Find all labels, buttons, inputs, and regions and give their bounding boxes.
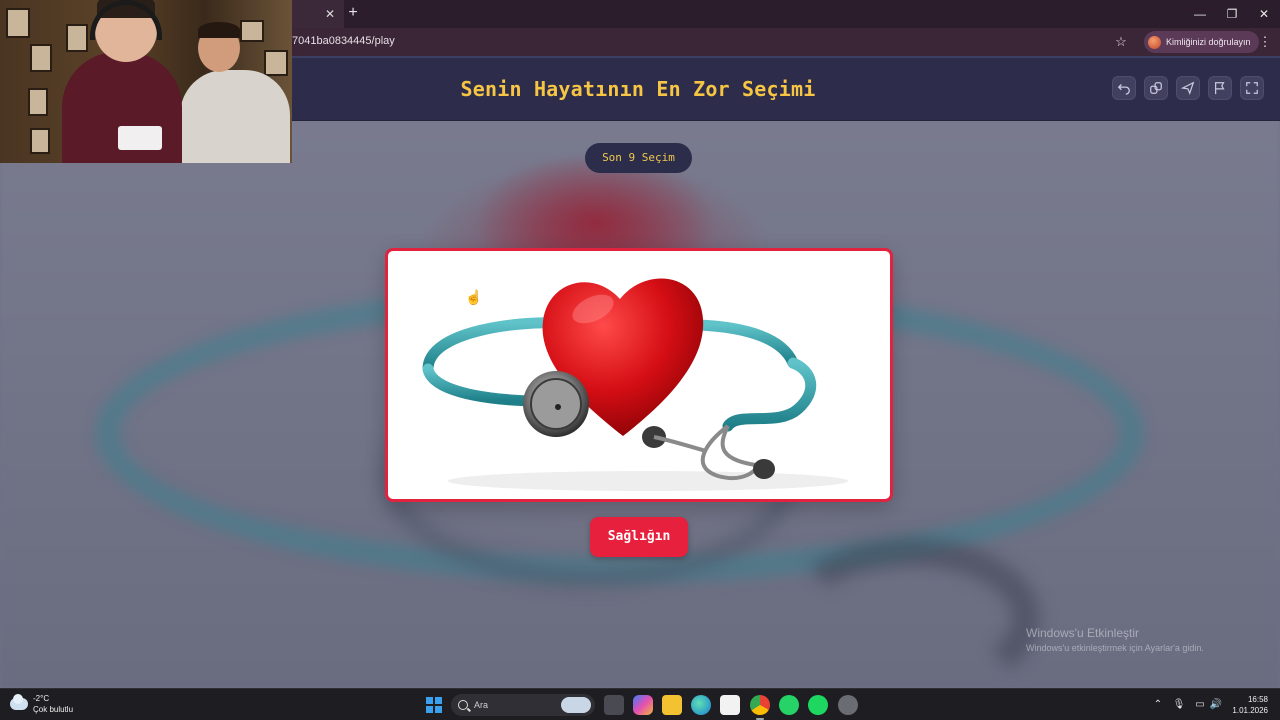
search-icon [458,700,468,710]
webcam-person-right [180,70,290,163]
taskbar-search[interactable]: Ara [451,694,595,716]
minimize-button[interactable]: — [1184,0,1216,28]
send-icon [1181,81,1195,95]
cloud-icon [10,694,28,710]
answer-button[interactable]: Sağlığın [590,517,688,557]
hand-cursor-icon: ☝ [465,289,483,305]
close-window-button[interactable]: ✕ [1248,0,1280,28]
volume-icon[interactable]: 🔊 [1209,695,1223,715]
page-title: Senin Hayatının En Zor Seçimi [460,77,816,101]
star-icon[interactable]: ☆ [1112,33,1130,51]
windows-activation-watermark: Windows'u Etkinleştir Windows'u etkinleş… [1026,626,1204,653]
store-icon[interactable] [720,695,740,715]
activation-subtitle: Windows'u etkinleştirmek için Ayarlar'a … [1026,643,1204,653]
search-highlight-image [561,697,591,713]
task-view-icon[interactable] [604,695,624,715]
profile-verify-label: Kimliğinizi doğrulayın [1166,37,1251,47]
choice-card[interactable]: ☝ [385,248,893,502]
game-header: Senin Hayatının En Zor Seçimi [292,58,1280,121]
clock-date: 1.01.2026 [1232,706,1268,715]
undo-button[interactable] [1112,76,1136,100]
spotify-icon[interactable] [808,695,828,715]
wall-poster [28,88,48,116]
windows-logo-icon [426,706,433,713]
wall-poster [66,24,88,52]
shirt-logo [118,126,162,150]
fullscreen-button[interactable] [1240,76,1264,100]
background-stethoscope-curve [780,538,1040,688]
chrome-icon[interactable] [750,695,770,715]
wall-poster [6,8,30,38]
windows-logo-icon [426,697,433,704]
display-icon[interactable]: ▭ [1193,695,1207,715]
restore-button[interactable]: ❐ [1216,0,1248,28]
app-icon[interactable] [838,695,858,715]
windows-logo-icon [435,706,442,713]
profile-verify-button[interactable]: Kimliğinizi doğrulayın [1144,31,1259,53]
search-placeholder: Ara [474,700,489,710]
report-button[interactable] [1208,76,1232,100]
webcam-overlay [0,0,292,163]
clock[interactable]: 16:58 1.01.2026 [1232,694,1268,716]
wall-poster [30,44,52,72]
whatsapp-icon[interactable] [779,695,799,715]
copilot-icon[interactable] [633,695,653,715]
weather-widget[interactable]: -2°C Çok bulutlu [10,693,73,715]
start-button[interactable] [426,697,442,713]
windows-logo-icon [435,697,442,704]
fullscreen-icon [1246,82,1258,94]
header-toolbar [1112,76,1264,100]
clock-time: 16:58 [1247,695,1268,704]
wall-poster [30,128,50,154]
share-button[interactable] [1144,76,1168,100]
share-icon [1150,82,1162,94]
weather-text: -2°C Çok bulutlu [33,693,73,715]
window-controls: — ❐ ✕ [1184,0,1280,28]
windows-taskbar: -2°C Çok bulutlu Ara ⌃ 🎙 ▭ 🔊 16:58 1.01.… [0,688,1280,720]
wall-poster [240,20,264,42]
weather-temperature: -2°C [33,694,50,703]
wall-poster [264,50,288,76]
close-tab-icon[interactable]: ✕ [322,6,338,22]
heart-stethoscope-image [422,278,848,491]
undo-icon [1117,84,1130,95]
url-field[interactable]: 7041ba0834445/play [292,35,395,47]
file-explorer-icon[interactable] [662,695,682,715]
microphone-icon[interactable]: 🎙 [1172,695,1186,715]
avatar [1148,35,1161,49]
choice-progress-badge: Son 9 Seçim [585,143,692,173]
kebab-icon[interactable]: ⋮ [1258,33,1272,51]
webcam-person-right-hair [198,22,240,38]
send-button[interactable] [1176,76,1200,100]
edge-icon[interactable] [691,695,711,715]
new-tab-button[interactable]: + [344,4,362,22]
chevron-up-icon[interactable]: ⌃ [1151,695,1165,715]
activation-title: Windows'u Etkinleştir [1026,626,1139,640]
flag-icon [1215,82,1225,95]
weather-description: Çok bulutlu [33,705,74,714]
